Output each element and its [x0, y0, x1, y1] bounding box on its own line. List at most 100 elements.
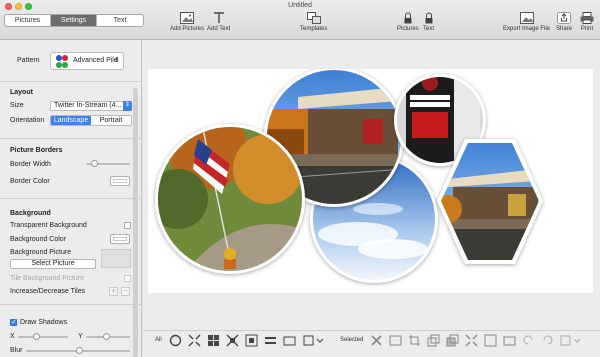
grid-all-icon[interactable] [207, 334, 220, 347]
pattern-dot-icon [62, 55, 68, 61]
draw-shadows-checkbox[interactable] [10, 318, 17, 326]
layers-icon[interactable] [446, 334, 459, 347]
share-label: Share [556, 26, 573, 32]
background-heading: Background [10, 210, 51, 217]
bg-color-well[interactable] [110, 234, 130, 244]
rotate-left-icon[interactable] [522, 334, 535, 347]
photo-selected-icon[interactable] [389, 334, 402, 347]
export-icon [519, 12, 534, 24]
export-label: Export Image File [503, 26, 551, 32]
border-width-label: Border Width [10, 161, 51, 168]
window-title: Untitled [288, 2, 312, 9]
shadow-x-knob[interactable] [33, 333, 40, 340]
collapse-all-icon[interactable] [245, 334, 258, 347]
tile-bg-label: Tile Background Picture [10, 275, 85, 282]
selected-label: Selected [340, 337, 364, 343]
sidebar-scrollbar[interactable] [133, 88, 138, 357]
expand-selected-icon[interactable] [484, 334, 497, 347]
add-text-button[interactable]: Add Text [207, 12, 230, 32]
border-selected-icon[interactable] [503, 334, 516, 347]
templates-button[interactable]: Templates [300, 12, 327, 32]
fit-selected-icon[interactable] [465, 334, 478, 347]
divider [0, 81, 142, 82]
blur-label: Blur [10, 347, 23, 354]
increase-tiles-button[interactable]: + [109, 287, 118, 296]
divider [0, 138, 142, 139]
add-pictures-button[interactable]: Add Pictures [170, 12, 204, 32]
orientation-control: Landscape Portrait [50, 115, 132, 126]
transparent-bg-checkbox[interactable] [124, 222, 131, 229]
transparent-bg-label: Transparent Background [10, 222, 87, 229]
orientation-portrait[interactable]: Portrait [91, 116, 131, 125]
bg-picture-preview [101, 249, 131, 268]
export-image-button[interactable]: Export Image File [503, 12, 550, 32]
border-color-well[interactable] [110, 176, 130, 186]
pattern-dot-icon [62, 62, 68, 68]
lock-pictures-button[interactable]: Pictures [397, 12, 419, 32]
size-label: Size [10, 102, 24, 109]
orientation-label: Orientation [10, 117, 45, 124]
more-selected-icon[interactable] [560, 334, 582, 347]
lock-pictures-label: Pictures [397, 26, 419, 32]
settings-sidebar: Pattern Advanced Pile ⇕ Layout Size Twit… [0, 40, 142, 357]
shuffle-all-icon[interactable] [169, 334, 182, 347]
bg-color-label: Background Color [10, 236, 67, 243]
fit-all-icon[interactable] [188, 334, 201, 347]
pattern-select[interactable]: Advanced Pile ⇕ [50, 52, 124, 70]
bg-picture-label: Background Picture [10, 249, 72, 256]
divider [0, 304, 142, 305]
picture-borders-heading: Picture Borders [10, 147, 63, 154]
tile-bg-checkbox[interactable] [124, 275, 131, 282]
expand-all-icon[interactable] [226, 334, 239, 347]
select-picture-button[interactable]: Select Picture [10, 259, 96, 269]
tab-pictures[interactable]: Pictures [5, 15, 51, 26]
layer-icon[interactable] [427, 334, 440, 347]
x-label: X [10, 333, 15, 340]
lock-text-button[interactable]: Text [423, 12, 434, 32]
shadow-y-knob[interactable] [103, 333, 110, 340]
all-label: All [155, 337, 162, 343]
draw-shadows-label: Draw Shadows [20, 319, 68, 326]
shadow-x-slider[interactable] [18, 336, 68, 338]
templates-icon [306, 12, 321, 24]
add-pictures-label: Add Pictures [170, 26, 205, 32]
lock-icon [425, 12, 432, 24]
more-all-icon[interactable] [303, 334, 325, 347]
text-icon [213, 12, 224, 23]
border-all-icon[interactable] [283, 334, 296, 347]
pattern-value: Advanced Pile [73, 57, 118, 64]
rotate-right-icon[interactable] [541, 334, 554, 347]
print-icon [580, 12, 594, 24]
divider [0, 198, 142, 199]
updown-arrows-icon: ⇕ [123, 101, 132, 111]
sidebar-tabs: Pictures Settings Text [4, 14, 144, 27]
crop-icon[interactable] [408, 334, 421, 347]
arrange-bar: All Selected [143, 330, 600, 357]
add-pictures-icon [180, 12, 195, 24]
border-color-label: Border Color [10, 178, 50, 185]
lock-icon [404, 12, 412, 24]
collage-canvas[interactable] [148, 67, 593, 293]
shadow-blur-knob[interactable] [76, 347, 83, 354]
add-text-label: Add Text [207, 26, 231, 32]
tiles-label: Increase/Decrease Tiles [10, 288, 86, 295]
toolbar: Untitled Pictures Settings Text Add Pict… [0, 0, 600, 40]
border-width-knob[interactable] [91, 160, 98, 167]
updown-arrows-icon: ⇕ [114, 57, 120, 64]
collage-svg [155, 67, 543, 283]
print-button[interactable]: Print [580, 12, 594, 32]
tab-text[interactable]: Text [97, 15, 143, 26]
share-button[interactable]: Share [556, 12, 572, 32]
decrease-tiles-button[interactable]: − [121, 287, 130, 296]
align-all-icon[interactable] [264, 334, 277, 347]
size-select[interactable]: Twitter In-Stream (4... ⇕ [50, 101, 132, 111]
y-label: Y [78, 333, 83, 340]
remove-selected-icon[interactable] [370, 334, 383, 347]
tab-settings[interactable]: Settings [51, 15, 97, 26]
size-value: Twitter In-Stream (4... [54, 102, 122, 109]
print-label: Print [580, 26, 594, 32]
templates-label: Templates [300, 26, 328, 32]
layout-heading: Layout [10, 89, 33, 96]
pattern-label: Pattern [17, 57, 40, 64]
orientation-landscape[interactable]: Landscape [51, 116, 91, 125]
